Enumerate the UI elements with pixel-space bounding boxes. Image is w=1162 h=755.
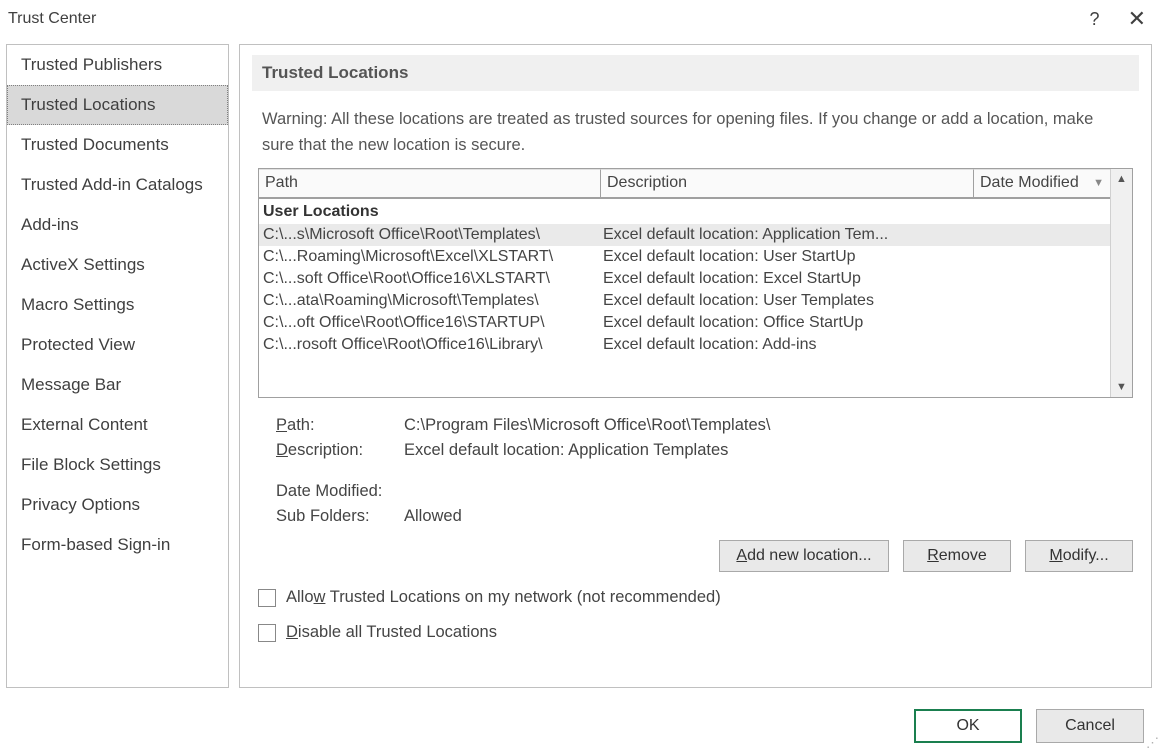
- allow-network-checkbox-row: Allow Trusted Locations on my network (n…: [258, 588, 1133, 607]
- detail-subfolders-value: Allowed: [404, 507, 462, 526]
- ok-button[interactable]: OK: [914, 709, 1022, 743]
- disable-all-label[interactable]: Disable all Trusted Locations: [286, 623, 497, 642]
- detail-desc-value: Excel default location: Application Temp…: [404, 441, 728, 460]
- cell-desc: Excel default location: User StartUp: [603, 248, 1110, 266]
- sidebar-item-macro-settings[interactable]: Macro Settings: [7, 285, 228, 325]
- table-header: Path Description Date Modified▼: [259, 169, 1110, 199]
- titlebar: Trust Center ? ✕: [0, 0, 1162, 38]
- column-header-description[interactable]: Description: [601, 169, 974, 199]
- window-title: Trust Center: [6, 10, 1090, 28]
- sidebar-item-activex-settings[interactable]: ActiveX Settings: [7, 245, 228, 285]
- detail-date-label: Date Modified:: [276, 482, 404, 501]
- locations-table: Path Description Date Modified▼ User Loc…: [258, 168, 1133, 398]
- remove-button[interactable]: Remove: [903, 540, 1011, 572]
- dialog-footer: OK Cancel: [914, 709, 1144, 743]
- content-panel: Trusted Locations Warning: All these loc…: [239, 44, 1152, 688]
- sidebar-item-trusted-publishers[interactable]: Trusted Publishers: [7, 45, 228, 85]
- cell-desc: Excel default location: Application Tem.…: [603, 226, 1110, 244]
- titlebar-controls: ? ✕: [1090, 8, 1156, 30]
- detail-path-label: Path:: [276, 416, 404, 435]
- allow-network-label[interactable]: Allow Trusted Locations on my network (n…: [286, 588, 721, 607]
- detail-path-value: C:\Program Files\Microsoft Office\Root\T…: [404, 416, 770, 435]
- detail-subfolders-label: Sub Folders:: [276, 507, 404, 526]
- sidebar-item-trusted-addin-catalogs[interactable]: Trusted Add-in Catalogs: [7, 165, 228, 205]
- allow-network-checkbox[interactable]: [258, 589, 276, 607]
- cell-desc: Excel default location: User Templates: [603, 292, 1110, 310]
- add-new-location-button[interactable]: Add new location...: [719, 540, 889, 572]
- column-header-path[interactable]: Path: [259, 169, 601, 199]
- sidebar-item-form-based-signin[interactable]: Form-based Sign-in: [7, 525, 228, 565]
- sidebar-item-external-content[interactable]: External Content: [7, 405, 228, 445]
- close-icon[interactable]: ✕: [1128, 8, 1146, 30]
- disable-all-checkbox-row: Disable all Trusted Locations: [258, 623, 1133, 642]
- modify-button[interactable]: Modify...: [1025, 540, 1133, 572]
- sidebar-item-trusted-locations[interactable]: Trusted Locations: [7, 85, 228, 125]
- cell-path: C:\...ata\Roaming\Microsoft\Templates\: [263, 292, 603, 310]
- table-row[interactable]: C:\...ata\Roaming\Microsoft\Templates\ E…: [259, 290, 1110, 312]
- sidebar-item-protected-view[interactable]: Protected View: [7, 325, 228, 365]
- group-user-locations: User Locations: [259, 199, 1110, 224]
- table-row[interactable]: C:\...rosoft Office\Root\Office16\Librar…: [259, 334, 1110, 356]
- sidebar-item-privacy-options[interactable]: Privacy Options: [7, 485, 228, 525]
- selection-details: Path: C:\Program Files\Microsoft Office\…: [258, 416, 1133, 526]
- main: Trusted Publishers Trusted Locations Tru…: [0, 38, 1162, 686]
- column-header-date[interactable]: Date Modified▼: [974, 169, 1110, 199]
- sidebar-item-add-ins[interactable]: Add-ins: [7, 205, 228, 245]
- sidebar-item-file-block-settings[interactable]: File Block Settings: [7, 445, 228, 485]
- cell-desc: Excel default location: Office StartUp: [603, 314, 1110, 332]
- warning-text: Warning: All these locations are treated…: [258, 107, 1133, 158]
- action-buttons: Add new location... Remove Modify...: [258, 540, 1133, 572]
- sidebar-item-message-bar[interactable]: Message Bar: [7, 365, 228, 405]
- table-row[interactable]: C:\...soft Office\Root\Office16\XLSTART\…: [259, 268, 1110, 290]
- sidebar: Trusted Publishers Trusted Locations Tru…: [6, 44, 229, 688]
- cell-desc: Excel default location: Add-ins: [603, 336, 1110, 354]
- scroll-down-icon[interactable]: ▼: [1112, 377, 1132, 397]
- scrollbar[interactable]: ▲ ▼: [1110, 169, 1132, 397]
- help-icon[interactable]: ?: [1090, 10, 1100, 28]
- table-row[interactable]: C:\...Roaming\Microsoft\Excel\XLSTART\ E…: [259, 246, 1110, 268]
- sidebar-item-trusted-documents[interactable]: Trusted Documents: [7, 125, 228, 165]
- table-row[interactable]: C:\...oft Office\Root\Office16\STARTUP\ …: [259, 312, 1110, 334]
- disable-all-checkbox[interactable]: [258, 624, 276, 642]
- cell-path: C:\...rosoft Office\Root\Office16\Librar…: [263, 336, 603, 354]
- dropdown-arrow-icon: ▼: [1093, 177, 1104, 189]
- scroll-up-icon[interactable]: ▲: [1112, 169, 1132, 189]
- detail-desc-label: Description:: [276, 441, 404, 460]
- cell-path: C:\...soft Office\Root\Office16\XLSTART\: [263, 270, 603, 288]
- cell-path: C:\...s\Microsoft Office\Root\Templates\: [263, 226, 603, 244]
- cell-desc: Excel default location: Excel StartUp: [603, 270, 1110, 288]
- section-title: Trusted Locations: [252, 55, 1139, 91]
- table-row[interactable]: C:\...s\Microsoft Office\Root\Templates\…: [259, 224, 1110, 246]
- cell-path: C:\...oft Office\Root\Office16\STARTUP\: [263, 314, 603, 332]
- cell-path: C:\...Roaming\Microsoft\Excel\XLSTART\: [263, 248, 603, 266]
- resize-grip-icon[interactable]: ⋰: [1146, 739, 1160, 753]
- cancel-button[interactable]: Cancel: [1036, 709, 1144, 743]
